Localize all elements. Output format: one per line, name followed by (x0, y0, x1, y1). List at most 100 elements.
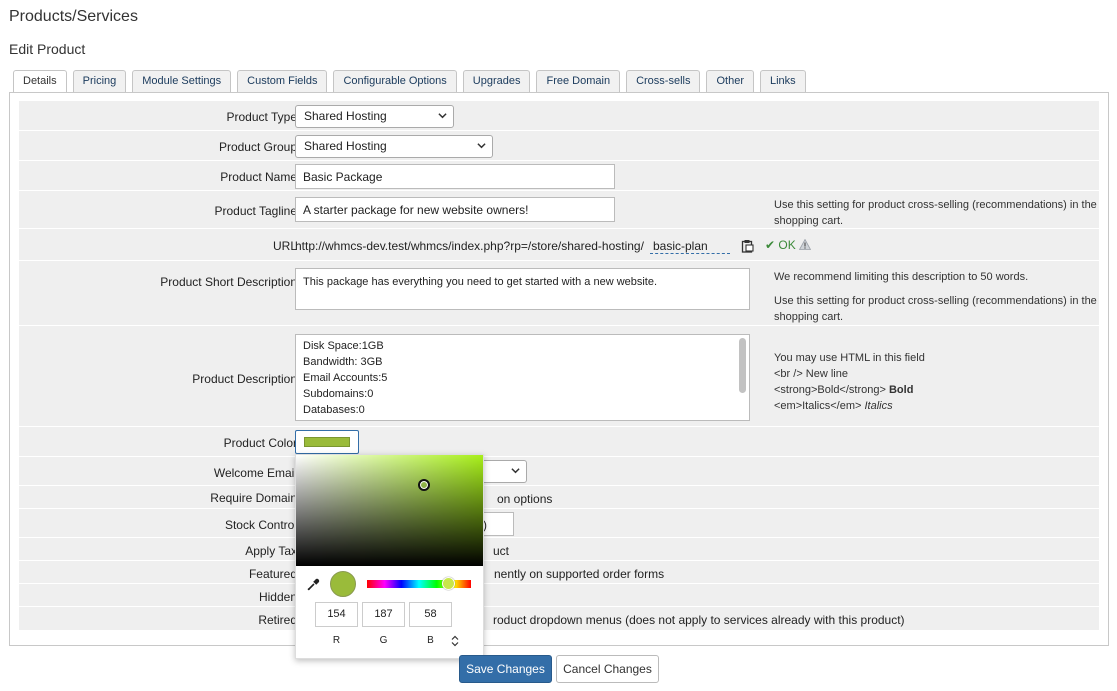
clipboard-icon[interactable] (741, 239, 754, 253)
require-domain-label: Require Domain (210, 491, 297, 505)
product-group-select[interactable]: Shared Hosting (295, 135, 493, 158)
help-strong-demo: Bold (888, 384, 914, 396)
product-type-label: Product Type (226, 110, 298, 124)
row-stock-control: Stock Control ) (19, 509, 1099, 538)
welcome-email-label: Welcome Email (213, 466, 297, 480)
tab-pricing[interactable]: Pricing (72, 70, 127, 92)
scrollbar-thumb[interactable] (739, 338, 746, 393)
hue-slider[interactable] (367, 577, 471, 590)
row-featured: Featured nently on supported order forms (19, 561, 1099, 584)
tab-custom-fields[interactable]: Custom Fields (237, 70, 328, 92)
product-group-value: Shared Hosting (304, 139, 387, 153)
help-br-code: <br /> New line (774, 368, 848, 380)
description-line: Disk Space:1GB (303, 340, 384, 352)
row-short-description: Product Short Description This package h… (19, 261, 1099, 326)
red-value-input[interactable]: 154 (315, 602, 358, 627)
product-description-textarea[interactable]: Disk Space:1GB Bandwidth: 3GB Email Acco… (295, 334, 750, 421)
url-label: URL (272, 239, 297, 253)
chevron-down-icon (511, 468, 520, 474)
product-type-select[interactable]: Shared Hosting (295, 105, 454, 128)
product-color-label: Product Color (223, 436, 297, 450)
tab-module-settings[interactable]: Module Settings (132, 70, 232, 92)
hue-slider-handle[interactable] (442, 577, 455, 590)
cancel-changes-button[interactable]: Cancel Changes (556, 655, 659, 683)
url-status: ✔ OK (765, 238, 796, 252)
chevron-down-icon (477, 143, 486, 149)
page-subtitle: Edit Product (9, 41, 86, 57)
row-retired: Retired roduct dropdown menus (does not … (19, 607, 1099, 631)
save-changes-button[interactable]: Save Changes (459, 655, 552, 683)
url-prefix: http://whmcs-dev.test/whmcs/index.php?rp… (295, 239, 644, 253)
green-value-input[interactable]: 187 (362, 602, 405, 627)
row-product-group: Product Group Shared Hosting (19, 131, 1099, 161)
featured-text: nently on supported order forms (494, 567, 665, 581)
row-product-type: Product Type Shared Hosting (19, 101, 1099, 131)
product-color-input[interactable] (295, 430, 359, 454)
featured-label: Featured (248, 567, 297, 581)
help-strong-code: <strong>Bold</strong> (774, 384, 886, 396)
blue-channel-label: B (427, 635, 434, 646)
product-description-label: Product Description (192, 372, 297, 386)
tagline-help-text: Use this setting for product cross-selli… (774, 199, 1097, 227)
description-line: Bandwidth: 3GB (303, 356, 383, 368)
apply-tax-text: uct (493, 544, 510, 558)
eyedropper-icon[interactable] (307, 578, 320, 591)
help-em-demo: Italics (864, 400, 893, 412)
help-em-line: <em>Italics</em> Italics (774, 398, 1104, 414)
help-br-line: <br /> New line (774, 366, 1104, 382)
description-line: Databases:0 (303, 404, 365, 416)
row-hidden: Hidden (19, 584, 1099, 607)
tab-free-domain[interactable]: Free Domain (536, 70, 621, 92)
row-url: URL http://whmcs-dev.test/whmcs/index.ph… (19, 229, 1099, 261)
color-picker-popover: 154 187 58 R G B (295, 454, 484, 659)
description-line: Email Accounts:5 (303, 372, 388, 384)
short-description-textarea[interactable]: This package has everything you need to … (295, 268, 750, 310)
short-description-help-1: We recommend limiting this description t… (774, 271, 1029, 283)
row-apply-tax: Apply Tax uct (19, 538, 1099, 561)
product-color-swatch (304, 437, 350, 447)
tab-links[interactable]: Links (759, 70, 806, 92)
stock-control-label: Stock Control (224, 518, 297, 532)
tab-upgrades[interactable]: Upgrades (462, 70, 531, 92)
row-product-color: Product Color (19, 427, 1099, 457)
red-channel-label: R (332, 635, 341, 646)
tab-other[interactable]: Other (706, 70, 754, 92)
check-icon: ✔ (765, 238, 776, 252)
product-tagline-label: Product Tagline (214, 204, 298, 218)
color-preview-swatch (330, 571, 356, 597)
short-description-label: Product Short Description (160, 275, 297, 289)
apply-tax-label: Apply Tax (245, 544, 297, 558)
tab-bar: Details Pricing Module Settings Custom F… (13, 70, 812, 94)
help-em-code: <em>Italics</em> (774, 400, 862, 412)
tab-configurable-options[interactable]: Configurable Options (333, 70, 457, 92)
row-welcome-email: Welcome Email (19, 457, 1099, 486)
tab-details[interactable]: Details (13, 70, 67, 94)
row-product-name: Product Name Basic Package (19, 161, 1099, 191)
description-help: You may use HTML in this field <br /> Ne… (774, 350, 1104, 414)
row-product-tagline: Product Tagline A starter package for ne… (19, 191, 1099, 229)
saturation-area[interactable] (296, 455, 483, 566)
saturation-handle[interactable] (418, 479, 430, 491)
row-require-domain: Require Domain on options (19, 486, 1099, 509)
product-name-label: Product Name (220, 170, 297, 184)
retired-label: Retired (258, 613, 297, 627)
short-description-help-2: Use this setting for product cross-selli… (774, 295, 1097, 323)
product-name-input[interactable]: Basic Package (295, 164, 615, 189)
product-group-label: Product Group (218, 140, 297, 154)
require-domain-text: on options (497, 492, 553, 506)
help-strong-line: <strong>Bold</strong> Bold (774, 382, 1104, 398)
product-type-value: Shared Hosting (304, 109, 387, 123)
url-status-text: OK (778, 238, 796, 252)
hidden-label: Hidden (258, 590, 297, 604)
help-html-title: You may use HTML in this field (774, 352, 925, 364)
retired-text: roduct dropdown menus (does not apply to… (493, 613, 905, 627)
chevron-down-icon (438, 113, 447, 119)
green-channel-label: G (379, 635, 388, 646)
product-tagline-input[interactable]: A starter package for new website owners… (295, 197, 615, 222)
format-toggle-icon[interactable] (451, 635, 459, 647)
url-slug-input[interactable]: basic-plan (650, 239, 730, 254)
page-title: Products/Services (9, 8, 138, 25)
tab-cross-sells[interactable]: Cross-sells (626, 70, 701, 92)
blue-value-input[interactable]: 58 (409, 602, 452, 627)
warning-icon (799, 239, 811, 250)
